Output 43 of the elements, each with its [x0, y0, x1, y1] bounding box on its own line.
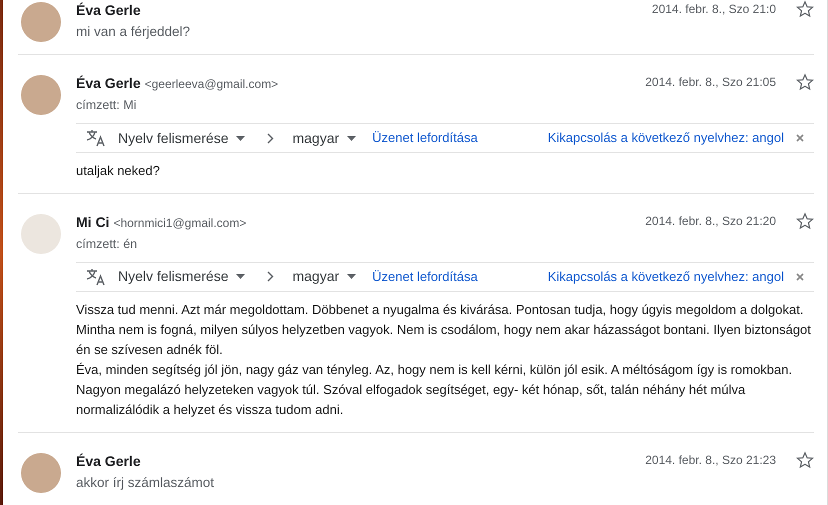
chevron-right-icon: [267, 132, 274, 144]
message-date: 2014. febr. 8., Szo 21:0: [652, 1, 776, 18]
sender-name: Éva Gerle: [76, 2, 141, 18]
sender-name: Mi Ci: [76, 214, 110, 230]
avatar-placeholder: [21, 2, 61, 42]
star-icon[interactable]: [796, 73, 814, 92]
message-paragraph: Éva, minden segítség jól jön, nagy gáz van tényleg. Az, hogy nem is kell kérni, külön jól esik. A méltóságom így is romokban. Nagyon megalázó helyzeteken vagyok túl. Szóval elfogadok segítséget, egy- két hónap, sőt, talán néhány hét múlva normalizálódik a helyzet és vissza tudom adni.: [76, 360, 794, 419]
message-snippet: akkor írj számlaszámot: [76, 474, 216, 492]
sender-name: Éva Gerle: [76, 75, 141, 92]
message-snippet: mi van a férjeddel?: [76, 23, 192, 41]
star-icon[interactable]: [796, 450, 814, 469]
message-paragraph: utaljak neked?: [76, 162, 161, 180]
source-language-dropdown[interactable]: Nyelv felismerése: [118, 266, 246, 288]
message-date: 2014. febr. 8., Szo 21:05: [645, 74, 776, 92]
close-icon[interactable]: [796, 272, 804, 281]
disable-translation-link[interactable]: Kikapcsolás a következő nyelvhez: angol: [548, 128, 784, 148]
avatar-placeholder: [21, 214, 61, 254]
caret-icon: [236, 136, 246, 140]
caret-icon: [347, 136, 356, 140]
message-date: 2014. febr. 8., Szo 21:20: [645, 213, 776, 230]
message-date: 2014. febr. 8., Szo 21:23: [645, 452, 776, 469]
sender-email: <geerleeva@gmail.com>: [144, 77, 278, 92]
translate-icon: [86, 129, 106, 147]
recipient-label[interactable]: címzett: Mi: [76, 96, 646, 115]
caret-icon: [236, 274, 246, 280]
star-icon[interactable]: [796, 212, 814, 230]
message-paragraph: Vissza tud menni. Azt már megoldottam. Döbbenet a nyugalma és kivárása. Pontosan tudja, hogy úgyis megoldom a dolgokat. Mintha nem is fogná, milyen súlyos helyzetben vagyok. Nem is csodálom, hogy nem akar házasságot bontani. Ilyen biztonságot én se szívesen adnék föl.: [76, 300, 812, 359]
translate-message-link[interactable]: Üzenet lefordítása: [372, 128, 478, 148]
sender-email: <hornmici1@gmail.com>: [113, 216, 246, 230]
disable-translation-link[interactable]: Kikapcsolás a következő nyelvhez: angol: [548, 267, 784, 286]
close-icon[interactable]: [796, 134, 804, 142]
target-language-dropdown[interactable]: magyar: [292, 128, 356, 148]
sender-name: Éva Gerle: [76, 452, 141, 469]
recipient-label[interactable]: címzett: én: [76, 235, 646, 254]
avatar-placeholder: [21, 452, 61, 493]
target-language-dropdown[interactable]: magyar: [292, 266, 356, 288]
translate-icon: [86, 268, 106, 286]
star-icon[interactable]: [796, 0, 814, 18]
source-language-dropdown[interactable]: Nyelv felismerése: [118, 128, 246, 148]
avatar-placeholder: [21, 75, 61, 116]
translate-message-link[interactable]: Üzenet lefordítása: [372, 267, 478, 286]
caret-icon: [347, 274, 356, 280]
chevron-right-icon: [267, 271, 274, 282]
